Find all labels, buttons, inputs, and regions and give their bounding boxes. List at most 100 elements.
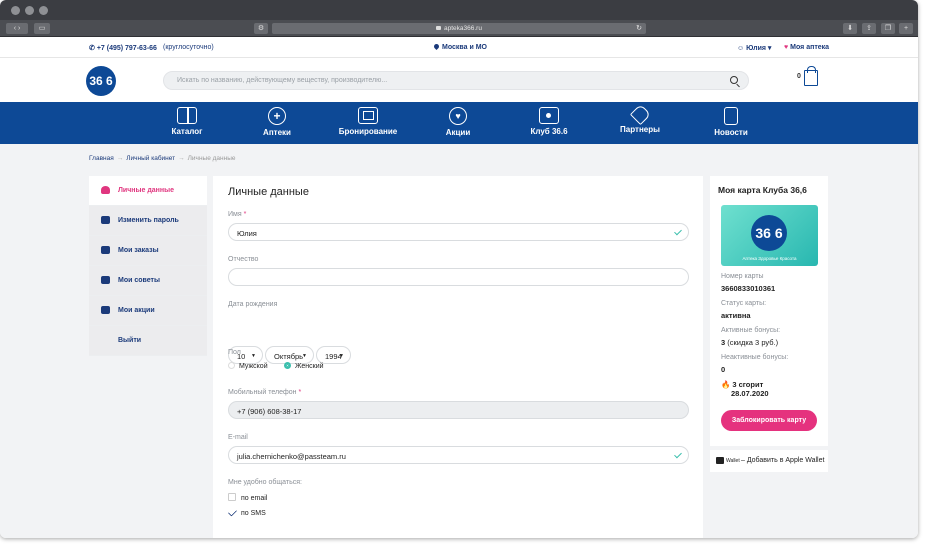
sidebar-item-advice[interactable]: Мои советы [89, 266, 207, 296]
checkbox-empty-icon [228, 493, 236, 501]
download-icon[interactable]: ⬇ [843, 23, 857, 34]
card-status-label: Статус карты: [721, 300, 767, 307]
chevron-down-icon: ▼ [302, 353, 307, 359]
club-card-icon [539, 107, 559, 124]
reload-icon[interactable]: ↻ [636, 23, 642, 34]
nav-item-catalog[interactable]: Каталог [166, 102, 208, 144]
nav-item-partners[interactable]: Партнеры [618, 102, 662, 144]
phone-field: +7 (906) 608-38-17 [228, 401, 689, 419]
tag-icon [101, 306, 110, 314]
club-card-panel: Моя карта Клуба 36,6 36 6 Аптека Здоровь… [710, 176, 828, 446]
location-pin-icon [432, 42, 441, 51]
card-number-label: Номер карты [721, 273, 764, 280]
wallet-logo: Wallet [726, 458, 740, 464]
gender-label: Пол [228, 349, 241, 356]
person-icon [101, 186, 110, 194]
contact-pref-label: Мне удобно общаться: [228, 479, 302, 486]
card-status-value: активна [721, 311, 751, 320]
contact-email-checkbox[interactable]: по email [228, 493, 267, 502]
lock-icon [436, 26, 442, 30]
breadcrumb-cabinet[interactable]: Личный кабинет [126, 155, 175, 162]
url-text: apteka366.ru [444, 25, 482, 32]
block-card-button[interactable]: Заблокировать карту [721, 410, 817, 431]
valid-check-icon [674, 227, 682, 236]
name-label: Имя * [228, 211, 247, 218]
logo[interactable]: 36 6 [86, 66, 116, 96]
site-topline: ✆ +7 (495) 797-63-66 (круглосуточно) Мос… [0, 37, 918, 58]
card-number-value: 3660833010361 [721, 284, 776, 293]
nav-item-promotions[interactable]: Акции [440, 102, 476, 144]
wrench-icon [101, 216, 110, 224]
club-card-logo: 36 6 [751, 215, 787, 251]
nav-item-news[interactable]: Новости [711, 102, 751, 144]
breadcrumb-home[interactable]: Главная [89, 155, 114, 162]
sidebar-item-promotions[interactable]: Мои акции [89, 296, 207, 326]
email-label: E-mail [228, 434, 248, 441]
chevron-down-icon: ▼ [339, 353, 344, 359]
gender-male-radio[interactable]: Мужской [228, 362, 268, 370]
email-field[interactable]: julia.chernichenko@passteam.ru [228, 446, 689, 464]
my-pharmacy-link[interactable]: ♥ Моя аптека [784, 44, 829, 51]
sidebar-item-orders[interactable]: Мои заказы [89, 236, 207, 266]
monitor-icon [358, 107, 378, 124]
phone-link[interactable]: ✆ +7 (495) 797-63-66 [89, 44, 157, 52]
name-field[interactable]: Юлия [228, 223, 689, 241]
search-icon[interactable] [730, 76, 738, 84]
back-forward-icon[interactable]: ‹ › [6, 23, 28, 34]
main-nav: Каталог Аптеки Бронирование Акции Клуб 3… [0, 102, 918, 144]
heart-icon: ♥ [784, 44, 789, 51]
close-window-icon[interactable] [11, 6, 20, 15]
nav-item-club[interactable]: Клуб 36.6 [526, 102, 572, 144]
valid-check-icon [674, 450, 682, 459]
site-header: 36 6 Искать по названию, действующему ве… [0, 58, 918, 102]
wallet-icon [716, 457, 724, 464]
page-title: Личные данные [228, 186, 309, 198]
share-icon[interactable]: ⇪ [862, 23, 876, 34]
new-tab-icon[interactable]: + [899, 23, 913, 34]
sidebar-item-logout[interactable]: Выйти [89, 326, 207, 356]
checkmark-icon [227, 507, 238, 517]
search-input[interactable]: Искать по названию, действующему веществ… [163, 71, 749, 90]
birth-date-label: Дата рождения [228, 301, 278, 308]
hours-text: (круглосуточно) [163, 44, 214, 51]
browser-window: ‹ › ▭ ⚙ apteka366.ru ↻ ⬇ ⇪ ❐ + ✆ +7 (495… [0, 0, 918, 538]
patronymic-field[interactable] [228, 268, 689, 286]
contact-sms-checkbox[interactable]: по SMS [227, 507, 266, 517]
cart-count: 0 [797, 73, 801, 80]
phone-label: Мобильный телефон * [228, 389, 302, 396]
settings-icon[interactable]: ⚙ [254, 23, 268, 34]
window-titlebar [0, 0, 918, 20]
gender-female-radio[interactable]: Женский [284, 362, 324, 370]
zoom-window-icon[interactable] [39, 6, 48, 15]
patronymic-label: Отчество [228, 256, 259, 263]
page-content: Главная → Личный кабинет → Личные данные Лич… [0, 144, 918, 538]
tabs-icon[interactable]: ❐ [881, 23, 895, 34]
document-icon [724, 107, 738, 125]
heart-icon [449, 107, 467, 125]
inactive-bonus-label: Неактивные бонусы: [721, 354, 789, 361]
account-sidebar: Личные данные Изменить пароль Мои заказы… [89, 176, 207, 356]
user-menu[interactable]: ☺ Юлия ▾ [737, 44, 771, 52]
breadcrumb: Главная → Личный кабинет → Личные данные [89, 155, 236, 162]
inactive-bonus-value: 0 [721, 365, 726, 374]
active-bonus-label: Активные бонусы: [721, 327, 781, 334]
sidebar-item-personal-data[interactable]: Личные данные [89, 176, 207, 206]
region-selector[interactable]: Москва и МО [432, 42, 487, 51]
wallet-label: – Добавить в Apple Wallet [741, 457, 825, 464]
search-placeholder: Искать по названию, действующему веществ… [177, 77, 388, 84]
browser-toolbar: ‹ › ▭ ⚙ apteka366.ru ↻ ⬇ ⇪ ❐ + [0, 20, 918, 37]
address-bar[interactable]: apteka366.ru ↻ [272, 23, 646, 34]
sidebar-item-change-password[interactable]: Изменить пароль [89, 206, 207, 236]
basket-icon [101, 246, 110, 254]
nav-item-booking[interactable]: Бронирование [336, 102, 400, 144]
pharmacy-cross-icon [268, 107, 286, 125]
club-card-image: 36 6 Аптека Здоровье Красота [721, 205, 818, 266]
cart-icon[interactable] [804, 66, 818, 86]
nav-item-pharmacies[interactable]: Аптеки [257, 102, 297, 144]
club-card-tags: Аптека Здоровье Красота [742, 256, 797, 261]
active-bonus-value: 3 (скидка 3 руб.) [721, 338, 779, 347]
apple-wallet-button[interactable]: Wallet – Добавить в Apple Wallet [710, 450, 828, 472]
minimize-window-icon[interactable] [25, 6, 34, 15]
club-card-title: Моя карта Клуба 36,6 [718, 185, 807, 195]
sidebar-toggle-icon[interactable]: ▭ [34, 23, 50, 34]
